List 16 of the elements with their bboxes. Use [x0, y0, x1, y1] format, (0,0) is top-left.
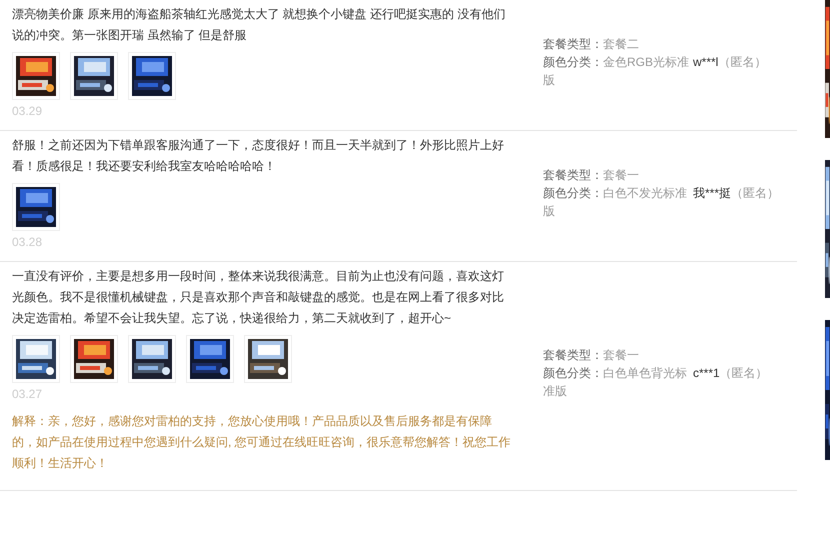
review-text: 一直没有评价，主要是想多用一段时间，整体来说我很满意。目前为止也没有问题，喜欢这灯光颜色。我不是很懂机械键盘，只是喜欢那个声音和敲键盘的感觉。也是在网上看了很多对比决定选雷柏。希望不会让我失望。忘了说，快递很给力，第二天就收到了，超开心~ [12, 268, 505, 327]
sku-info: 套餐类型：套餐二 [543, 36, 640, 53]
review-text: 漂亮物美价廉 原来用的海盗船茶轴红光感觉太大了 就想换个小键盘 还行吧挺实惠的 没有他们说的冲突。第一张图开瑞 虽然输了 但是舒服 [12, 6, 506, 44]
review-text: 舒服！之前还因为下错单跟客服沟通了一下，态度很好！而且一天半就到了！外形比照片上好看！质感很足！我还要安利给我室友哈哈哈哈哈！ [12, 137, 505, 175]
sku-info: 套餐类型：套餐一 [543, 167, 640, 184]
sku-info: 颜色分类：金色RGB光标准版 [543, 54, 690, 89]
user-name: w***l [693, 55, 718, 69]
anonymous-label: （匿名） [718, 55, 766, 69]
user-name: c***1 [693, 366, 720, 380]
sku-info: 颜色分类：白色不发光标准版 [543, 185, 688, 220]
anonymous-label: （匿名） [720, 366, 768, 380]
seller-reply: 解释：亲，您好，感谢您对雷柏的支持，您放心使用哦！产品品质以及售后服务都是有保障的，如产品在使用过程中您遇到什么疑问, 您可通过在线旺旺咨询，很乐意帮您解答！祝您工作顺利！生活开心！ [12, 413, 512, 472]
user-name: 我***挺 [693, 186, 732, 200]
anonymous-label: （匿名） [731, 186, 780, 200]
sku-info: 套餐类型：套餐一 [543, 347, 640, 364]
sku-info: 颜色分类：白色单色背光标准版 [543, 365, 688, 400]
